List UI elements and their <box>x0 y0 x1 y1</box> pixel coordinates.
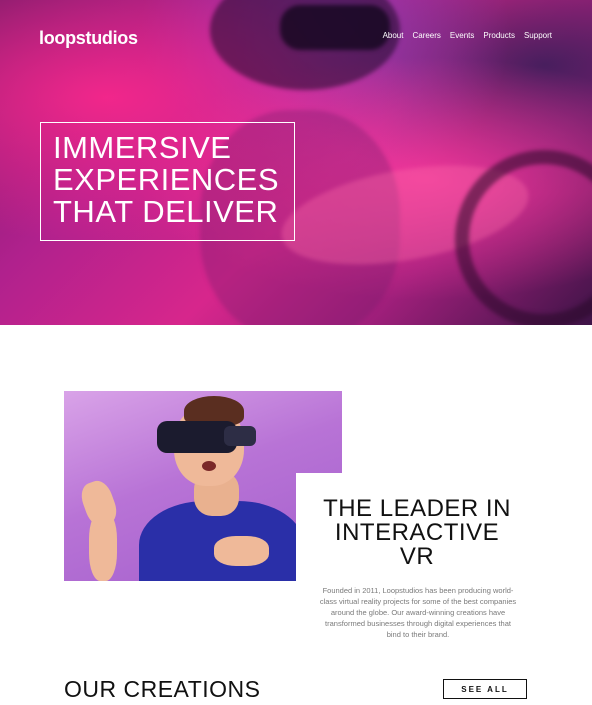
nav-support[interactable]: Support <box>524 31 552 40</box>
nav-about[interactable]: About <box>383 31 404 40</box>
site-logo[interactable]: loopstudios <box>39 28 138 49</box>
hero-section: loopstudios About Careers Events Product… <box>0 0 592 325</box>
nav-products[interactable]: Products <box>483 31 515 40</box>
about-title-line-1: THE LEADER IN <box>323 495 511 522</box>
about-image-hand-right <box>214 536 269 566</box>
hero-image-vr-headset <box>280 5 390 50</box>
hero-title-box: IMMERSIVE EXPERIENCES THAT DELIVER <box>40 122 295 241</box>
main-nav: About Careers Events Products Support <box>383 31 552 40</box>
about-title-line-2: INTERACTIVE <box>334 519 500 546</box>
nav-careers[interactable]: Careers <box>412 31 440 40</box>
hero-title-line-1: IMMERSIVE <box>53 130 232 165</box>
hero-title-line-2: EXPERIENCES <box>53 162 280 197</box>
hero-title-line-3: THAT DELIVER <box>53 194 279 229</box>
see-all-button[interactable]: SEE ALL <box>443 679 527 699</box>
nav-events[interactable]: Events <box>450 31 474 40</box>
about-image-mouth <box>202 461 216 471</box>
hero-title: IMMERSIVE EXPERIENCES THAT DELIVER <box>53 132 279 228</box>
about-card: THE LEADER IN INTERACTIVE VR Founded in … <box>296 473 555 643</box>
about-image-headset-strap <box>224 426 256 446</box>
about-title-line-3: VR <box>399 543 435 570</box>
about-title: THE LEADER IN INTERACTIVE VR <box>296 497 538 569</box>
creations-title: OUR CREATIONS <box>64 676 261 702</box>
about-description: Founded in 2011, Loopstudios has been pr… <box>319 585 517 639</box>
